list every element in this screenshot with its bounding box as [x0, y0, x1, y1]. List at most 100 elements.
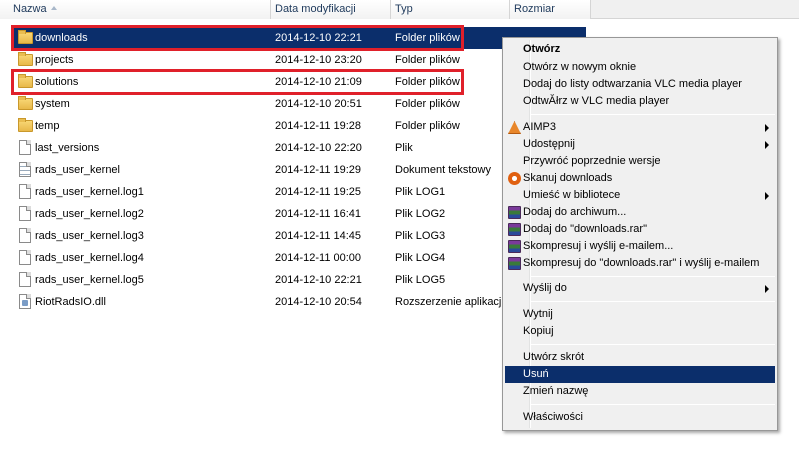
menu-item-add-downloads-rar[interactable]: Dodaj do "downloads.rar": [505, 221, 775, 238]
menu-item-cut[interactable]: Wytnij: [505, 306, 775, 323]
menu-item-send-to[interactable]: Wyślij do: [505, 280, 775, 297]
menu-item-vlc-play[interactable]: OdtwĂłrz w VLC media player: [505, 93, 775, 110]
file-type: Plik LOG3: [395, 230, 446, 242]
dll-file-icon: [18, 294, 34, 310]
column-size[interactable]: Rozmiar: [510, 0, 591, 19]
file-name: system: [35, 98, 70, 110]
file-icon: [18, 272, 34, 288]
file-type: Folder plików: [395, 120, 460, 132]
folder-icon: [18, 118, 34, 134]
menu-item-label: Kopiuj: [523, 325, 554, 337]
avast-icon: [508, 172, 521, 185]
file-name: solutions: [35, 76, 79, 88]
menu-item-compress-email[interactable]: Skompresuj i wyślij e-mailem...: [505, 238, 775, 255]
file-name: downloads: [35, 32, 88, 44]
file-icon: [18, 228, 34, 244]
file-row-rads-user-kernel[interactable]: rads_user_kernel 2014-12-11 19:29 Dokume…: [13, 159, 587, 181]
menu-separator: [531, 344, 775, 345]
menu-item-label: Umieść w bibliotece: [523, 189, 621, 201]
file-icon: [18, 250, 34, 266]
menu-item-copy[interactable]: Kopiuj: [505, 323, 775, 340]
menu-item-label: Usuń: [523, 368, 549, 380]
file-date: 2014-12-11 16:41: [275, 208, 362, 220]
file-icon: [18, 140, 34, 156]
file-row-projects[interactable]: projects 2014-12-10 23:20 Folder plików: [13, 49, 587, 71]
menu-item-label: Udostępnij: [523, 138, 575, 150]
submenu-arrow-icon: [765, 141, 769, 149]
menu-item-label: Skanuj downloads: [523, 172, 613, 184]
file-row-last-versions[interactable]: last_versions 2014-12-10 22:20 Plik: [13, 137, 587, 159]
menu-separator: [531, 114, 775, 115]
file-type: Folder plików: [395, 32, 460, 44]
menu-item-share[interactable]: Udostępnij: [505, 136, 775, 153]
file-type: Plik LOG1: [395, 186, 446, 198]
file-name: rads_user_kernel.log1: [35, 186, 144, 198]
file-name: last_versions: [35, 142, 100, 154]
file-type: Plik LOG4: [395, 252, 446, 264]
file-name: temp: [35, 120, 60, 132]
file-row-riotradsio-dll[interactable]: RiotRadsIO.dll 2014-12-10 20:54 Rozszerz…: [13, 291, 587, 313]
file-date: 2014-12-11 19:29: [275, 164, 362, 176]
file-row-log3[interactable]: rads_user_kernel.log3 2014-12-11 14:45 P…: [13, 225, 587, 247]
file-row-log4[interactable]: rads_user_kernel.log4 2014-12-11 00:00 P…: [13, 247, 587, 269]
file-name: rads_user_kernel.log4: [35, 252, 144, 264]
file-name: rads_user_kernel.log5: [35, 274, 144, 286]
menu-item-open-new-window[interactable]: Otwórz w nowym oknie: [505, 59, 775, 76]
menu-item-compress-rar-email[interactable]: Skompresuj do "downloads.rar" i wyślij e…: [505, 255, 775, 272]
file-date: 2014-12-11 00:00: [275, 252, 362, 264]
file-name: rads_user_kernel.log3: [35, 230, 144, 242]
text-file-icon: [18, 162, 34, 178]
menu-item-label: Wytnij: [523, 308, 553, 320]
submenu-arrow-icon: [765, 192, 769, 200]
folder-icon: [18, 30, 34, 46]
file-date: 2014-12-11 19:28: [275, 120, 362, 132]
file-type: Folder plików: [395, 54, 460, 66]
file-date: 2014-12-10 20:54: [275, 296, 362, 308]
file-type: Rozszerzenie aplikacji: [395, 296, 504, 308]
file-type: Folder plików: [395, 98, 460, 110]
winrar-icon: [508, 223, 521, 236]
menu-item-aimp3[interactable]: AIMP3: [505, 119, 775, 136]
column-date[interactable]: Data modyfikacji: [271, 0, 391, 19]
file-row-log5[interactable]: rads_user_kernel.log5 2014-12-10 22:21 P…: [13, 269, 587, 291]
menu-item-label: Właściwości: [523, 411, 583, 423]
column-type[interactable]: Typ: [391, 0, 510, 19]
menu-item-vlc-add-playlist[interactable]: Dodaj do listy odtwarzania VLC media pla…: [505, 76, 775, 93]
file-type: Plik: [395, 142, 413, 154]
menu-item-rename[interactable]: Zmień nazwę: [505, 383, 775, 400]
aimp-icon: [508, 121, 521, 134]
file-row-log2[interactable]: rads_user_kernel.log2 2014-12-11 16:41 P…: [13, 203, 587, 225]
file-row-downloads[interactable]: downloads 2014-12-10 22:21 Folder plików: [13, 27, 586, 49]
menu-item-label: Zmień nazwę: [523, 385, 589, 397]
column-date-label: Data modyfikacji: [275, 3, 356, 15]
file-row-solutions[interactable]: solutions 2014-12-10 21:09 Folder plików: [13, 71, 587, 93]
file-type: Plik LOG2: [395, 208, 446, 220]
menu-item-create-shortcut[interactable]: Utwórz skrót: [505, 349, 775, 366]
menu-item-include-library[interactable]: Umieść w bibliotece: [505, 187, 775, 204]
file-date: 2014-12-10 21:09: [275, 76, 362, 88]
file-date: 2014-12-10 22:20: [275, 142, 362, 154]
file-name: projects: [35, 54, 74, 66]
menu-item-add-archive[interactable]: Dodaj do archiwum...: [505, 204, 775, 221]
file-row-system[interactable]: system 2014-12-10 20:51 Folder plików: [13, 93, 587, 115]
menu-item-restore-versions[interactable]: Przywróć poprzednie wersje: [505, 153, 775, 170]
menu-item-delete[interactable]: Usuń: [505, 366, 775, 383]
file-row-log1[interactable]: rads_user_kernel.log1 2014-12-11 19:25 P…: [13, 181, 587, 203]
menu-separator: [531, 301, 775, 302]
file-row-temp[interactable]: temp 2014-12-11 19:28 Folder plików: [13, 115, 587, 137]
winrar-icon: [508, 240, 521, 253]
menu-item-label: Otwórz: [523, 43, 561, 55]
menu-item-label: Skompresuj do "downloads.rar" i wyślij e…: [523, 257, 760, 269]
menu-separator: [531, 404, 775, 405]
file-type: Plik LOG5: [395, 274, 446, 286]
file-type: Folder plików: [395, 76, 460, 88]
menu-item-open[interactable]: Otwórz: [505, 41, 775, 58]
menu-item-scan[interactable]: Skanuj downloads: [505, 170, 775, 187]
menu-item-properties[interactable]: Właściwości: [505, 409, 775, 426]
file-date: 2014-12-10 22:21: [275, 274, 362, 286]
file-name: rads_user_kernel: [35, 164, 120, 176]
file-icon: [18, 206, 34, 222]
file-date: 2014-12-10 22:21: [275, 32, 362, 44]
context-menu: Otwórz Otwórz w nowym oknie Dodaj do lis…: [502, 37, 778, 431]
column-name[interactable]: Nazwa: [0, 0, 271, 19]
